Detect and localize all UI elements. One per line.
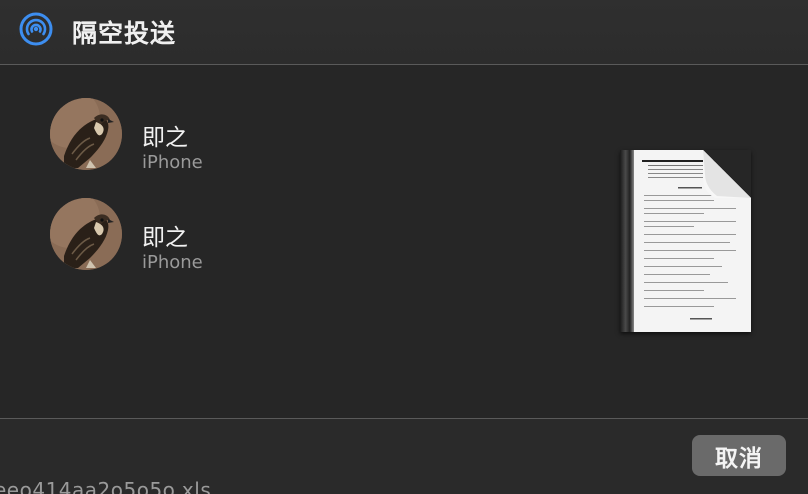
window-title: 隔空投送 [72, 19, 177, 48]
device-name: 即之 [142, 225, 188, 251]
header-divider [0, 64, 808, 65]
device-name: 即之 [142, 125, 188, 151]
hawk-avatar [50, 98, 122, 170]
device-type: iPhone [142, 252, 203, 273]
header: 隔空投送 [0, 0, 808, 64]
footer-divider [0, 418, 808, 419]
airdrop-window: 隔空投送 即之 iPhone 即之 iPhone eeo414aa2o5o5o.… [0, 0, 808, 494]
document-spine [620, 150, 634, 332]
background-filename: eeo414aa2o5o5o.xls [0, 478, 212, 494]
airdrop-icon [19, 12, 53, 46]
document-preview-icon [620, 150, 751, 332]
hawk-avatar [50, 198, 122, 270]
page-curl-icon [703, 150, 751, 198]
device-item[interactable]: 即之 iPhone [50, 198, 350, 273]
device-type: iPhone [142, 152, 203, 173]
cancel-button[interactable]: 取消 [692, 435, 786, 476]
device-item[interactable]: 即之 iPhone [50, 98, 350, 173]
